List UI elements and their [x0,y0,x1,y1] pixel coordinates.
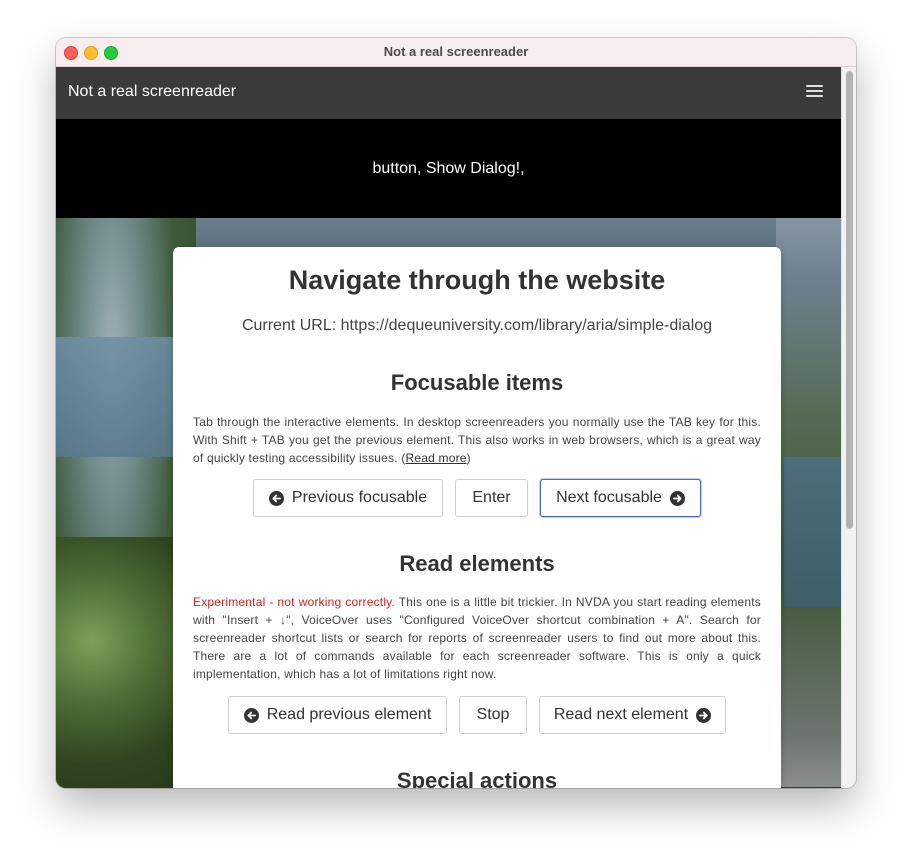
window-title: Not a real screenreader [383,44,529,59]
previous-focusable-button[interactable]: Previous focusable [253,479,443,517]
stop-button[interactable]: Stop [459,696,527,734]
read-previous-element-label: Read previous element [266,706,432,723]
read-section-title: Read elements [399,551,555,576]
arrow-circle-left-icon [268,490,284,506]
next-focusable-label: Next focusable [556,489,662,506]
page-viewport: Not a real screenreader button, Show Dia… [56,67,841,788]
experimental-warning: Experimental - not working correctly. [193,595,396,609]
stop-label: Stop [476,706,510,723]
focusable-description-text: Tab through the interactive elements. In… [193,415,761,465]
current-url: Current URL: https://dequeuniversity.com… [241,317,713,334]
enter-button[interactable]: Enter [455,479,528,517]
arrow-circle-right-icon [669,490,685,506]
read-description: Experimental - not working correctly. Th… [193,593,761,683]
vertical-scrollbar[interactable] [841,67,856,788]
window-titlebar: Not a real screenreader [56,38,856,67]
special-actions-title: Special actions [396,768,558,788]
focusable-description-end: ) [466,451,471,465]
navigation-card: Navigate through the website Current URL… [173,247,781,788]
top-navbar: Not a real screenreader [56,67,841,119]
focusable-section-title: Focusable items [390,370,564,395]
previous-focusable-label: Previous focusable [291,489,428,506]
enter-label: Enter [472,489,511,506]
background-lake-right [784,457,841,607]
arrow-circle-right-icon [696,707,712,723]
speech-output-text: button, Show Dialog!, [372,159,525,177]
navbar-brand[interactable]: Not a real screenreader [68,83,236,101]
arrow-circle-left-icon [243,707,259,723]
browser-window: Not a real screenreader Not a real scree… [56,38,856,788]
card-title: Navigate through the website [288,265,666,295]
read-previous-element-button[interactable]: Read previous element [228,696,447,734]
scrollbar-thumb[interactable] [846,71,853,529]
background-foliage-left [56,537,176,788]
hamburger-menu-icon[interactable] [806,85,823,99]
read-next-element-label: Read next element [553,706,689,723]
read-more-link[interactable]: Read more [405,451,466,465]
background-lake-left [56,337,176,457]
focusable-description: Tab through the interactive elements. In… [193,413,761,467]
speech-output-bar: button, Show Dialog!, [56,119,841,218]
next-focusable-button[interactable]: Next focusable [540,479,701,517]
read-next-element-button[interactable]: Read next element [539,696,726,734]
